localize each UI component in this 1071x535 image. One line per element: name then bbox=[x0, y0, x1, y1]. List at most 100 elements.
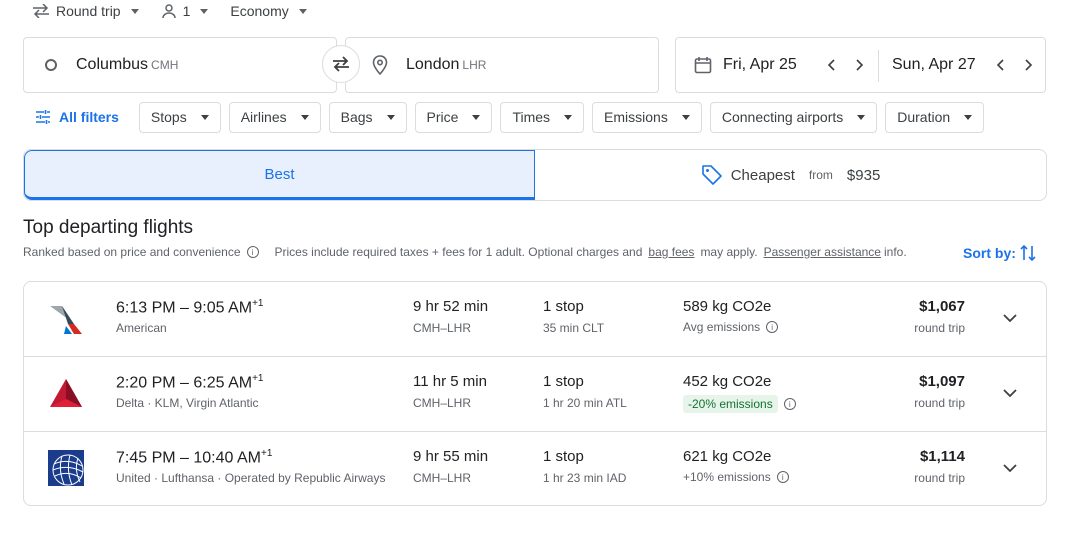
origin-input[interactable]: Columbus CMH bbox=[23, 37, 337, 93]
calendar-icon bbox=[694, 57, 712, 74]
flight-route: CMH–LHR bbox=[413, 396, 472, 410]
return-date-field[interactable]: Sun, Apr 27 bbox=[892, 38, 976, 92]
chip-label: Connecting airports bbox=[721, 109, 844, 125]
expand-button[interactable] bbox=[1000, 458, 1020, 478]
american-airlines-logo bbox=[50, 306, 82, 334]
flight-times: 7:45 PM – 10:40 AM+1 bbox=[116, 448, 272, 467]
prices-note-2: may apply. bbox=[700, 245, 758, 259]
return-next-button[interactable] bbox=[1019, 55, 1039, 75]
return-prev-button[interactable] bbox=[990, 55, 1010, 75]
chevron-left-icon bbox=[827, 59, 835, 71]
emissions-info: -20% emissions i bbox=[683, 395, 796, 413]
chevron-down-icon bbox=[1003, 388, 1017, 397]
tab-cheapest[interactable]: Cheapest from $935 bbox=[535, 150, 1046, 200]
expand-button[interactable] bbox=[1000, 308, 1020, 328]
delta-logo bbox=[50, 379, 82, 407]
info-icon[interactable]: i bbox=[776, 471, 789, 483]
price-type: round trip bbox=[914, 321, 965, 335]
tag-icon bbox=[701, 165, 722, 185]
date-divider bbox=[878, 50, 879, 82]
sort-tabs: Best Cheapest from $935 bbox=[23, 149, 1047, 201]
filter-price[interactable]: Price bbox=[414, 101, 493, 133]
prices-note: Prices include required taxes + fees for… bbox=[274, 245, 643, 259]
info-text: info. bbox=[883, 245, 907, 259]
all-filters-button[interactable]: All filters bbox=[23, 101, 131, 133]
plus-day: +1 bbox=[260, 448, 273, 459]
filter-times[interactable]: Times bbox=[500, 101, 585, 133]
sort-icon bbox=[1020, 244, 1036, 262]
trip-options-bar: Round trip 1 Economy bbox=[32, 0, 329, 22]
caret-down-icon bbox=[564, 114, 573, 120]
stop-count: 1 stop bbox=[543, 373, 584, 390]
times-text: 7:45 PM – 10:40 AM bbox=[116, 449, 261, 467]
all-filters-label: All filters bbox=[59, 109, 119, 125]
caret-down-icon bbox=[472, 114, 481, 120]
flight-row[interactable]: 7:45 PM – 10:40 AM+1 United · Lufthansa … bbox=[24, 432, 1046, 505]
flight-route: CMH–LHR bbox=[413, 321, 472, 335]
cabin-select[interactable]: Economy bbox=[230, 3, 307, 19]
filter-duration[interactable]: Duration bbox=[885, 101, 985, 133]
co2-value: 589 kg CO2e bbox=[683, 298, 772, 315]
info-icon[interactable]: i bbox=[783, 398, 796, 410]
depart-date-field[interactable]: Fri, Apr 25 bbox=[694, 38, 797, 92]
caret-down-icon bbox=[200, 8, 209, 14]
depart-next-button[interactable] bbox=[850, 55, 870, 75]
caret-down-icon bbox=[200, 114, 209, 120]
filter-emissions[interactable]: Emissions bbox=[592, 101, 702, 133]
caret-down-icon bbox=[298, 8, 307, 14]
ranked-note: Ranked based on price and convenience bbox=[23, 245, 241, 259]
swap-arrows-icon bbox=[333, 56, 349, 72]
swap-locations-button[interactable] bbox=[322, 45, 360, 83]
from-label: from bbox=[808, 168, 833, 182]
airline-name: American bbox=[116, 321, 167, 335]
flight-duration: 9 hr 55 min bbox=[413, 448, 489, 465]
swap-arrows-icon bbox=[33, 4, 49, 18]
caret-down-icon bbox=[964, 114, 973, 120]
depart-prev-button[interactable] bbox=[821, 55, 841, 75]
passenger-count: 1 bbox=[182, 3, 191, 19]
flight-results-list: 6:13 PM – 9:05 AM+1 American 9 hr 52 min… bbox=[23, 281, 1047, 506]
chevron-down-icon bbox=[1003, 313, 1017, 322]
tab-best-label: Best bbox=[264, 165, 295, 183]
date-picker[interactable]: Fri, Apr 25 Sun, Apr 27 bbox=[675, 37, 1046, 93]
filter-connecting-airports[interactable]: Connecting airports bbox=[709, 101, 878, 133]
flight-duration: 11 hr 5 min bbox=[413, 373, 487, 390]
caret-down-icon bbox=[386, 114, 395, 120]
info-icon[interactable]: i bbox=[766, 321, 779, 333]
filter-bags[interactable]: Bags bbox=[328, 101, 407, 133]
tab-best[interactable]: Best bbox=[24, 150, 535, 200]
destination-code: LHR bbox=[462, 58, 487, 72]
flight-row[interactable]: 2:20 PM – 6:25 AM+1 Delta · KLM, Virgin … bbox=[24, 357, 1046, 432]
flight-price: $1,097 bbox=[919, 373, 965, 390]
emissions-label: +10% emissions bbox=[683, 470, 771, 484]
filter-airlines[interactable]: Airlines bbox=[228, 101, 321, 133]
ring-icon bbox=[45, 59, 57, 71]
times-text: 2:20 PM – 6:25 AM bbox=[116, 374, 253, 392]
flight-times: 6:13 PM – 9:05 AM+1 bbox=[116, 298, 263, 317]
cabin-label: Economy bbox=[230, 3, 289, 19]
trip-type-select[interactable]: Round trip bbox=[32, 3, 139, 19]
sort-by-button[interactable]: Sort by: bbox=[963, 244, 1036, 262]
chip-label: Stops bbox=[150, 109, 187, 125]
times-text: 6:13 PM – 9:05 AM bbox=[116, 299, 253, 317]
chip-label: Times bbox=[512, 109, 551, 125]
passengers-select[interactable]: 1 bbox=[161, 3, 209, 19]
plus-day: +1 bbox=[252, 298, 264, 309]
flight-price: $1,067 bbox=[919, 298, 965, 315]
flight-row[interactable]: 6:13 PM – 9:05 AM+1 American 9 hr 52 min… bbox=[24, 282, 1046, 357]
stop-count: 1 stop bbox=[543, 298, 584, 315]
caret-down-icon bbox=[681, 114, 690, 120]
caret-down-icon bbox=[857, 114, 866, 120]
passenger-assistance-link[interactable]: Passenger assistance bbox=[764, 245, 881, 259]
cheapest-price: $935 bbox=[846, 166, 881, 184]
bag-fees-link[interactable]: bag fees bbox=[648, 245, 694, 259]
chevron-down-icon bbox=[1003, 463, 1017, 472]
flight-duration: 9 hr 52 min bbox=[413, 298, 489, 315]
filter-stops[interactable]: Stops bbox=[138, 101, 221, 133]
expand-button[interactable] bbox=[1000, 383, 1020, 403]
chip-label: Bags bbox=[340, 109, 373, 125]
info-icon[interactable]: i bbox=[246, 246, 259, 258]
destination-input[interactable]: London LHR bbox=[345, 37, 659, 93]
layover-info: 35 min CLT bbox=[543, 321, 605, 335]
chip-label: Emissions bbox=[604, 109, 668, 125]
